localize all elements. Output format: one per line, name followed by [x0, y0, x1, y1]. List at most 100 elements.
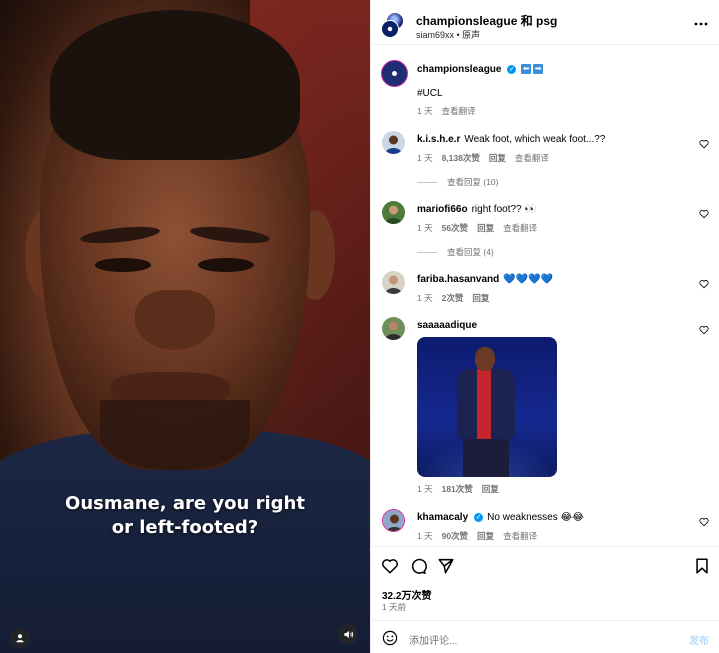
gif-figure-head [475, 347, 495, 371]
view-replies-button[interactable]: 查看回复 (10) [417, 176, 498, 188]
comment-time[interactable]: 1 天 [417, 484, 433, 494]
reply-button[interactable]: 回复 [489, 153, 506, 163]
heart-icon[interactable] [699, 325, 709, 335]
gif-figure-legs [463, 437, 509, 477]
avatar-image [383, 510, 404, 531]
comment-text: mariofi66o right foot?? 👀 [417, 203, 537, 217]
comment-time[interactable]: 1 天 [417, 293, 433, 303]
comment-likes[interactable]: 56次赞 [442, 223, 468, 233]
sound-icon [343, 630, 353, 638]
video-figure-hair [50, 10, 300, 160]
reply-button[interactable]: 回复 [472, 293, 489, 303]
heart-icon[interactable] [699, 279, 709, 289]
comment-gif[interactable] [417, 337, 557, 477]
comment-input[interactable]: 添加评论... [409, 632, 457, 647]
audio-link[interactable]: siam69xx • 原声 [416, 28, 480, 41]
view-replies-button[interactable]: 查看回复 (4) [417, 246, 494, 258]
comment-meta: 1 天 181次赞 回复 [417, 483, 508, 495]
avatar-image [382, 201, 405, 224]
comment-text: saaaaadique [417, 319, 481, 333]
more-options-button[interactable] [694, 16, 708, 26]
comment-meta: 1 天 8,138次赞 回复 查看翻译 [417, 152, 558, 164]
comment-text: fariba.hasanvand 💙💙💙💙 [417, 273, 553, 287]
avatar-image [382, 317, 405, 340]
post-timestamp[interactable]: 1 天前 [382, 601, 406, 613]
more-horizontal-icon [694, 22, 708, 26]
caption-header: championsleague ✓ ⬅ ➡ [417, 63, 544, 77]
comment-text: k.i.s.h.e.r Weak foot, which weak foot...… [417, 133, 605, 147]
emoji-icon[interactable] [382, 630, 398, 646]
post-panel: championsleague 和 psg siam69xx • 原声 cham… [370, 0, 719, 653]
comment-username[interactable]: mariofi66o [417, 204, 468, 215]
comment-text: khamacaly ✓ No weaknesses 😂😂 [417, 511, 584, 525]
reply-button[interactable]: 回复 [477, 531, 494, 541]
video-caption-line-2: or left-footed? [111, 517, 259, 538]
comment-likes[interactable]: 181次赞 [442, 484, 473, 494]
like-heart-icon[interactable] [381, 557, 399, 575]
post-comment-button[interactable]: 发布 [689, 632, 709, 647]
verified-icon: ✓ [507, 64, 517, 74]
comment-likes[interactable]: 90次赞 [442, 531, 468, 541]
post-header: championsleague 和 psg siam69xx • 原声 [371, 0, 719, 45]
see-translation-link[interactable]: 查看翻译 [503, 531, 537, 541]
comment-username[interactable]: khamacaly [417, 512, 468, 523]
avatar[interactable] [382, 317, 405, 340]
mute-toggle-button[interactable] [338, 624, 358, 644]
caption-username[interactable]: championsleague [417, 64, 501, 75]
comment-likes[interactable]: 2次赞 [442, 293, 464, 303]
avatar-image [382, 131, 405, 154]
comment-username[interactable]: k.i.s.h.e.r [417, 134, 460, 145]
reel-video[interactable]: Ousmane, are you right or left-footed? [0, 0, 370, 653]
verified-icon: ✓ [474, 512, 484, 522]
see-translation-link[interactable]: 查看翻译 [503, 223, 537, 233]
see-translation-link[interactable]: 查看翻译 [515, 153, 549, 163]
video-caption-line-1: Ousmane, are you right [65, 493, 305, 514]
heart-icon[interactable] [699, 517, 709, 527]
collab-avatars[interactable] [381, 12, 404, 38]
right-arrow-icon: ➡ [533, 64, 544, 75]
tagged-users-button[interactable] [10, 628, 30, 648]
avatar[interactable] [382, 509, 405, 532]
comment-bubble-icon[interactable] [409, 557, 427, 575]
see-translation-link[interactable]: 查看翻译 [442, 106, 476, 116]
video-figure-eye-left [95, 258, 151, 272]
replies-divider [417, 181, 437, 183]
comment-username[interactable]: fariba.hasanvand [417, 274, 499, 285]
comment-time[interactable]: 1 天 [417, 531, 433, 541]
heart-icon[interactable] [699, 209, 709, 219]
view-replies-label: 查看回复 (4) [447, 247, 494, 257]
comment-meta: 1 天 90次赞 回复 查看翻译 [417, 530, 546, 542]
comment-body: No weaknesses 😂😂 [487, 512, 584, 523]
comment-body: 💙💙💙💙 [503, 274, 554, 285]
comment-time[interactable]: 1 天 [417, 223, 433, 233]
reply-button[interactable]: 回复 [482, 484, 499, 494]
user-icon [16, 634, 24, 643]
heart-icon[interactable] [699, 139, 709, 149]
comment-time[interactable]: 1 天 [417, 153, 433, 163]
bookmark-icon[interactable] [693, 557, 711, 575]
comment-body: Weak foot, which weak foot...?? [464, 134, 606, 145]
video-figure-nose [135, 290, 215, 350]
action-bar: 32.2万次赞 1 天前 [371, 546, 719, 626]
post-authors[interactable]: championsleague 和 psg [416, 12, 557, 29]
avatar-image [382, 271, 405, 294]
video-figure-eye-right [198, 258, 254, 272]
avatar[interactable] [382, 131, 405, 154]
avatar[interactable] [382, 271, 405, 294]
caption-time[interactable]: 1 天 [417, 106, 433, 116]
view-replies-label: 查看回复 (10) [447, 177, 499, 187]
video-caption: Ousmane, are you right or left-footed? [0, 492, 370, 540]
avatar[interactable] [381, 60, 408, 87]
comment-likes[interactable]: 8,138次赞 [442, 153, 480, 163]
likes-count[interactable]: 32.2万次赞 [382, 587, 431, 602]
gif-figure-stripe [477, 369, 491, 439]
comment-username[interactable]: saaaaadique [417, 320, 477, 331]
comment-meta: 1 天 2次赞 回复 [417, 292, 498, 304]
avatar[interactable] [382, 201, 405, 224]
reply-button[interactable]: 回复 [477, 223, 494, 233]
comments-list[interactable]: championsleague ✓ ⬅ ➡ #UCL 1 天查看翻译 k.i.s.h… [371, 46, 719, 546]
caption-meta: 1 天查看翻译 [417, 105, 485, 117]
share-send-icon[interactable] [437, 557, 455, 575]
hashtag-link[interactable]: #UCL [417, 87, 443, 101]
left-arrow-icon: ⬅ [521, 64, 532, 75]
